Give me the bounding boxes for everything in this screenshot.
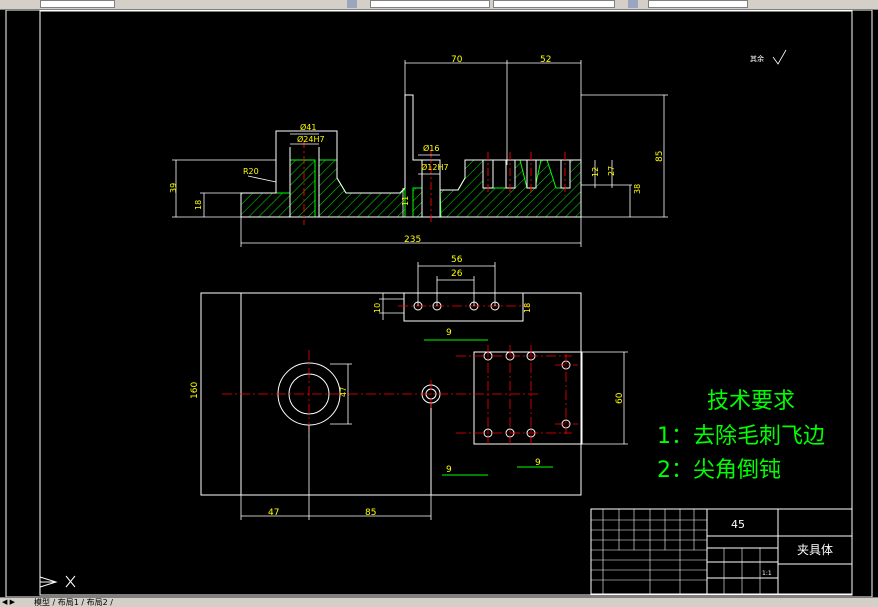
dim-9b: 9 xyxy=(446,465,452,475)
material-label: 45 xyxy=(731,518,745,531)
lineweight-dropdown[interactable] xyxy=(493,0,615,8)
dim-235: 235 xyxy=(404,235,421,245)
dim-85-vertical: 85 xyxy=(655,151,665,162)
requirement-item-2: 2：尖角倒钝 xyxy=(657,458,781,483)
plotstyle-icon[interactable] xyxy=(628,0,638,8)
scale-label: 1:1 xyxy=(762,570,772,577)
dim-85-plan: 85 xyxy=(365,508,376,518)
requirement-item-1: 1：去除毛刺飞边 xyxy=(657,424,825,449)
dim-38: 38 xyxy=(633,184,642,194)
dim-47-vertical: 47 xyxy=(339,387,348,397)
requirements-title: 技术要求 xyxy=(707,389,796,414)
section-view: 70 52 235 Ø41 Ø24H7 Ø16 Ø12H7 R20 39 18 … xyxy=(169,49,787,247)
dim-47: 47 xyxy=(268,508,279,518)
drawing-canvas[interactable]: 70 52 235 Ø41 Ø24H7 Ø16 Ø12H7 R20 39 18 … xyxy=(0,10,878,597)
phi41-label: Ø41 xyxy=(300,122,316,132)
plan-view: 56 26 10 18 9 9 9 160 47 47 85 60 xyxy=(190,255,628,520)
dim-52: 52 xyxy=(540,55,551,65)
roughness-icon xyxy=(772,49,787,65)
toolbar-icon[interactable] xyxy=(347,0,357,8)
r20-label: R20 xyxy=(243,167,259,176)
dim-9a: 9 xyxy=(446,328,452,338)
part-name: 夹具体 xyxy=(797,543,833,557)
dim-11: 11 xyxy=(401,196,410,206)
title-block: 45 夹具体 1:1 xyxy=(590,508,853,595)
dim-26: 26 xyxy=(451,269,463,279)
dim-70: 70 xyxy=(451,55,463,65)
dim-39: 39 xyxy=(169,183,178,193)
dim-18: 18 xyxy=(194,200,203,210)
dim-18-plan: 18 xyxy=(523,303,532,313)
ucs-icon xyxy=(39,575,76,588)
dim-10: 10 xyxy=(373,303,382,313)
toolbar xyxy=(0,0,878,10)
phi24h7-label: Ø24H7 xyxy=(297,134,325,144)
dim-27: 27 xyxy=(607,166,616,176)
dim-12: 12 xyxy=(591,167,600,177)
layer-dropdown[interactable] xyxy=(40,0,115,8)
roughness-note: 其余 xyxy=(750,54,764,63)
phi12h7-label: Ø12H7 xyxy=(421,162,449,172)
linetype-dropdown[interactable] xyxy=(370,0,490,8)
dim-9c: 9 xyxy=(535,458,541,468)
phi16-label: Ø16 xyxy=(423,143,439,153)
dim-160: 160 xyxy=(190,382,200,399)
plotstyle-dropdown[interactable] xyxy=(648,0,748,8)
dim-60: 60 xyxy=(615,392,625,404)
dim-56: 56 xyxy=(451,255,463,265)
